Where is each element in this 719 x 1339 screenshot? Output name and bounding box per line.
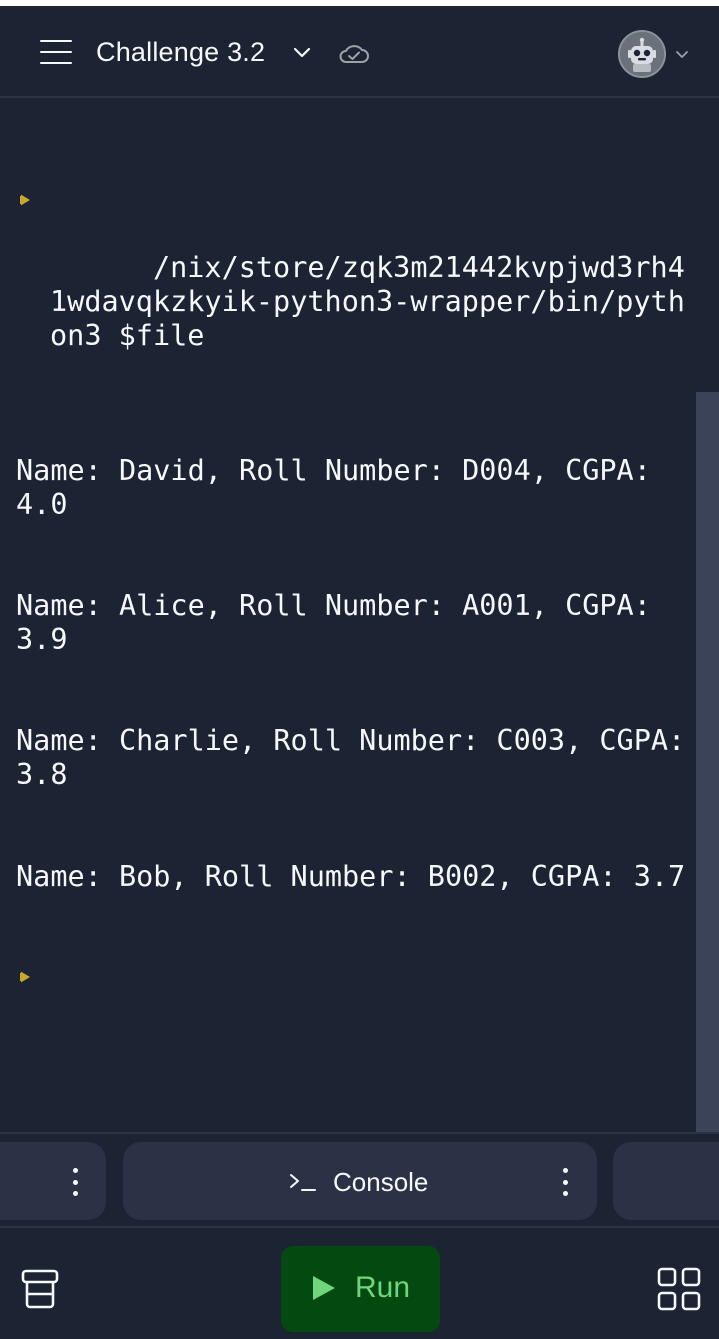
prompt-chevron-icon	[18, 192, 30, 207]
database-icon[interactable]	[20, 1268, 60, 1310]
hamburger-icon[interactable]	[40, 40, 72, 64]
repl-title[interactable]: Challenge 3.2	[96, 32, 265, 72]
output-line: Name: Charlie, Roll Number: C003, CGPA: …	[16, 724, 703, 792]
tab-console-more-icon[interactable]	[562, 1168, 568, 1196]
tab-console-label: Console	[333, 1167, 429, 1197]
prompt-chevron-icon	[18, 969, 30, 984]
chevron-down-icon[interactable]	[292, 42, 312, 62]
run-label: Run	[355, 1271, 411, 1304]
console-lines: /nix/store/zqk3m21442kvpjwd3rh41wdavqkzk…	[16, 116, 700, 1062]
output-line: Name: David, Roll Number: D004, CGPA: 4.…	[16, 453, 669, 521]
command-line: /nix/store/zqk3m21442kvpjwd3rh41wdavqkzk…	[16, 184, 700, 387]
tab-right[interactable]	[613, 1142, 719, 1220]
tab-left-more-icon[interactable]	[72, 1168, 78, 1196]
grid-icon[interactable]	[656, 1266, 702, 1312]
pane-tabs: Console	[0, 1132, 719, 1228]
avatar-chevron-down-icon[interactable]	[674, 46, 690, 62]
terminal-icon	[290, 1174, 316, 1191]
top-bar: Challenge 3.2	[0, 6, 719, 98]
avatar-robot-icon	[620, 32, 664, 76]
user-avatar[interactable]	[618, 30, 666, 78]
output-line: Name: Bob, Roll Number: B002, CGPA: 3.7	[16, 859, 686, 893]
cloud-check-icon[interactable]	[338, 42, 370, 66]
tab-left[interactable]	[0, 1142, 106, 1220]
play-icon	[313, 1276, 335, 1300]
bottom-toolbar: Run	[0, 1228, 719, 1339]
console-output[interactable]: /nix/store/zqk3m21442kvpjwd3rh41wdavqkzk…	[0, 98, 719, 1230]
command-path: /nix/store/zqk3m21442kvpjwd3rh41wdavqkzk…	[50, 251, 685, 352]
output-line: Name: Alice, Roll Number: A001, CGPA: 3.…	[16, 589, 669, 656]
scrollbar[interactable]	[696, 392, 719, 1230]
empty-prompt-line[interactable]	[16, 961, 700, 995]
tab-console[interactable]: Console	[123, 1142, 597, 1220]
run-button[interactable]: Run	[281, 1246, 440, 1332]
